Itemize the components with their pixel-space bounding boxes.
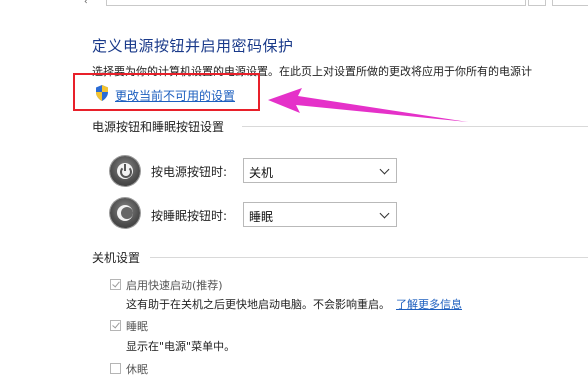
fast-startup-description-text: 这有助于在关机之后更快地启动电脑。不会影响重启。 — [126, 298, 390, 311]
sleep-button-select[interactable]: 睡眠 — [243, 202, 397, 227]
back-arrow-icon[interactable]: ‹ — [84, 0, 94, 7]
annotation-arrow — [268, 88, 468, 122]
power-button-select[interactable]: 关机 — [243, 158, 397, 183]
fast-startup-description: 这有助于在关机之后更快地启动电脑。不会影响重启。 了解更多信息 — [126, 296, 462, 312]
address-dropdown[interactable] — [528, 0, 546, 6]
address-bar-area: ‹ — [0, 0, 588, 8]
chevron-down-icon — [379, 208, 390, 219]
power-button-label: 按电源按钮时: — [151, 165, 228, 179]
page-title: 定义电源按钮并启用密码保护 — [92, 37, 294, 55]
chevron-down-icon — [379, 164, 390, 175]
learn-more-link[interactable]: 了解更多信息 — [396, 298, 462, 311]
sleep-button-value: 睡眠 — [249, 210, 274, 224]
shutdown-settings-heading: 关机设置 — [92, 251, 141, 265]
section-divider — [242, 126, 588, 127]
sleep-option-description: 显示在"电源"菜单中。 — [126, 340, 236, 353]
fast-startup-checkbox[interactable] — [110, 279, 121, 290]
hibernate-option-label: 休眠 — [126, 363, 148, 376]
address-bar[interactable] — [106, 0, 526, 6]
sleep-option-label: 睡眠 — [126, 320, 148, 333]
power-button-value: 关机 — [249, 166, 274, 180]
power-buttons-heading: 电源按钮和睡眠按钮设置 — [92, 120, 225, 134]
search-box[interactable] — [552, 0, 588, 6]
sleep-button-label: 按睡眠按钮时: — [151, 209, 228, 223]
hibernate-checkbox[interactable] — [110, 363, 121, 374]
sleep-icon — [110, 198, 140, 228]
section-divider — [150, 257, 588, 258]
shield-icon — [96, 85, 108, 101]
change-unavailable-settings-link[interactable]: 更改当前不可用的设置 — [115, 87, 235, 104]
power-icon — [110, 156, 140, 186]
sleep-checkbox[interactable] — [110, 320, 121, 331]
fast-startup-label: 启用快速启动(推荐) — [126, 279, 223, 292]
